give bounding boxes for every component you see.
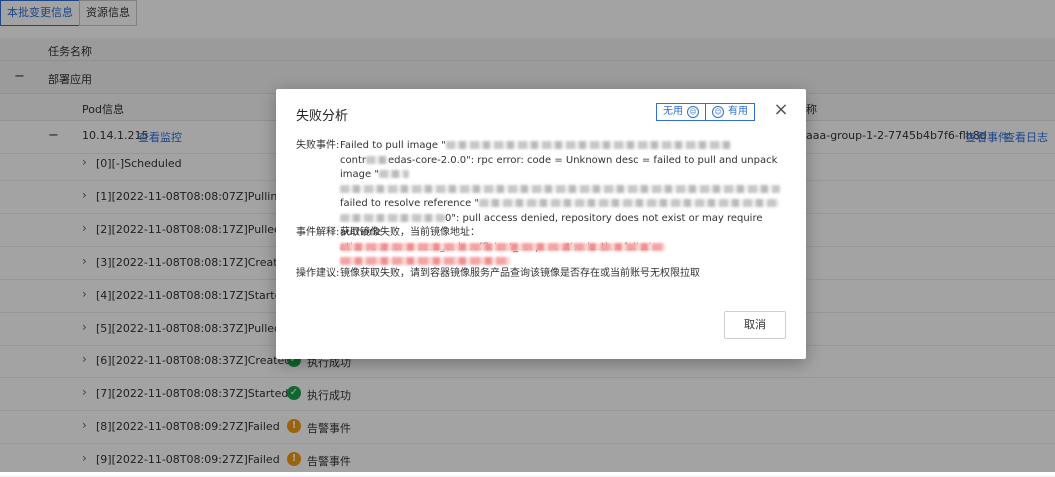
sad-face-icon: ☹ <box>687 106 699 118</box>
smile-face-icon: ☺ <box>712 106 724 118</box>
redacted-text <box>378 170 409 178</box>
feedback-group: 无用 ☹ ☺ 有用 <box>656 103 755 121</box>
redacted-text <box>340 184 780 193</box>
feedback-useless-button[interactable]: 无用 ☹ <box>656 103 706 121</box>
cancel-button[interactable]: 取消 <box>724 311 786 339</box>
dialog-title: 失败分析 <box>296 109 349 124</box>
failure-event-key: 失败事件: <box>296 140 340 151</box>
redacted-text <box>366 155 388 164</box>
redacted-text <box>445 141 731 149</box>
event-line-1: Failed to pull image " <box>340 140 446 151</box>
feedback-useful-button[interactable]: ☺ 有用 <box>705 103 755 121</box>
suggestion-value: 镜像获取失败，请到容器镜像服务产品查询该镜像是否存在或当前账号无权限拉取 <box>340 268 700 279</box>
event-line-4: failed to resolve reference " <box>340 198 480 209</box>
redacted-image-address <box>340 257 510 265</box>
event-explain-key: 事件解释: <box>296 227 340 238</box>
redacted-text <box>479 199 780 207</box>
redacted-text <box>340 213 445 222</box>
feedback-useful-label: 有用 <box>728 106 748 117</box>
redacted-image-address <box>340 242 665 251</box>
event-explain-value: 获取镜像失败，当前镜像地址： <box>340 226 786 270</box>
suggestion-key: 操作建议: <box>296 268 340 279</box>
event-explain-text: 获取镜像失败，当前镜像地址： <box>340 227 480 238</box>
feedback-useless-label: 无用 <box>663 106 683 117</box>
event-line-2a: contr <box>340 154 366 166</box>
failure-analysis-dialog: 失败分析 无用 ☹ ☺ 有用 × 失败事件: Failed to pull im… <box>276 89 806 359</box>
close-icon[interactable]: × <box>772 101 790 119</box>
